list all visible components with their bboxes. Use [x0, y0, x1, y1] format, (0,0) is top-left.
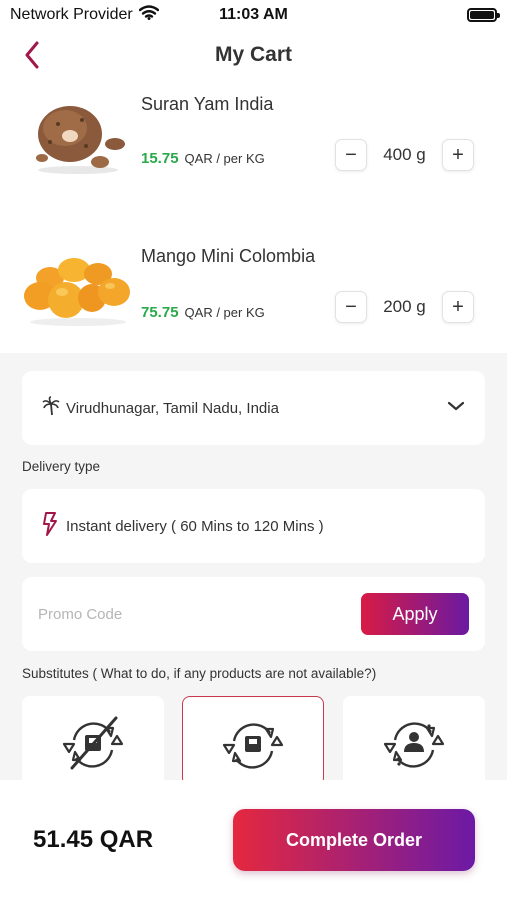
item-name: Suran Yam India [141, 94, 274, 114]
price-value: 75.75 [141, 304, 179, 321]
decrease-button[interactable]: − [335, 139, 367, 171]
substitute-option-similar-product[interactable] [182, 696, 324, 786]
substitute-option-no-substitute[interactable] [22, 696, 164, 786]
contact-me-icon [383, 722, 445, 768]
item-name: Mango Mini Colombia [141, 246, 316, 266]
checkout-panel: Virudhunagar, Tamil Nadu, India Delivery… [0, 353, 507, 786]
delivery-text: Instant delivery ( 60 Mins to 120 Mins ) [66, 517, 324, 535]
quantity-stepper: − 200 g + [335, 291, 474, 323]
substitutes-label: Substitutes ( What to do, if any product… [22, 666, 377, 681]
page-title: My Cart [214, 43, 293, 66]
substitute-option-contact-me[interactable] [343, 696, 485, 786]
order-total: 51.45 QAR [33, 826, 154, 853]
item-price: 15.75 QAR / per KG [141, 150, 265, 167]
decrease-button[interactable]: − [335, 291, 367, 323]
apply-button[interactable]: Apply [361, 593, 469, 635]
substitute-product-icon [222, 723, 284, 769]
increase-button[interactable]: + [442, 291, 474, 323]
chevron-left-icon [25, 41, 39, 69]
no-substitute-icon [62, 716, 124, 770]
location-selector[interactable]: Virudhunagar, Tamil Nadu, India [22, 371, 485, 445]
quantity-value: 200 g [383, 297, 426, 316]
increase-button[interactable]: + [442, 139, 474, 171]
mango-image [22, 248, 134, 328]
price-value: 15.75 [141, 150, 179, 167]
delivery-type-card[interactable]: Instant delivery ( 60 Mins to 120 Mins ) [22, 489, 485, 563]
chevron-down-icon [447, 399, 465, 417]
quantity-stepper: − 400 g + [335, 139, 474, 171]
back-button[interactable] [16, 38, 48, 72]
lightning-icon [42, 511, 58, 542]
carrier-group: Network Provider [10, 5, 159, 25]
complete-order-button[interactable]: Complete Order [233, 809, 475, 871]
header: My Cart [0, 32, 507, 78]
carrier-name: Network Provider [10, 6, 133, 23]
price-unit: QAR / per KG [184, 151, 265, 166]
suran-yam-image [20, 96, 132, 176]
battery-level [470, 11, 494, 19]
footer: 51.45 QAR Complete Order [0, 780, 507, 900]
quantity-value: 400 g [383, 145, 426, 164]
wifi-icon [138, 5, 159, 25]
palm-tree-icon [42, 395, 60, 421]
cart-item: Mango Mini Colombia 75.75 QAR / per KG −… [0, 238, 507, 358]
promo-card: Apply [22, 577, 485, 651]
item-price: 75.75 QAR / per KG [141, 304, 265, 321]
price-unit: QAR / per KG [184, 305, 265, 320]
status-bar: Network Provider 11:03 AM [0, 0, 507, 30]
battery-icon [467, 8, 500, 22]
promo-code-input[interactable] [38, 605, 361, 623]
delivery-type-label: Delivery type [22, 459, 101, 474]
location-text: Virudhunagar, Tamil Nadu, India [66, 399, 279, 417]
cart-item: Suran Yam India 15.75 QAR / per KG − 400… [0, 86, 507, 206]
